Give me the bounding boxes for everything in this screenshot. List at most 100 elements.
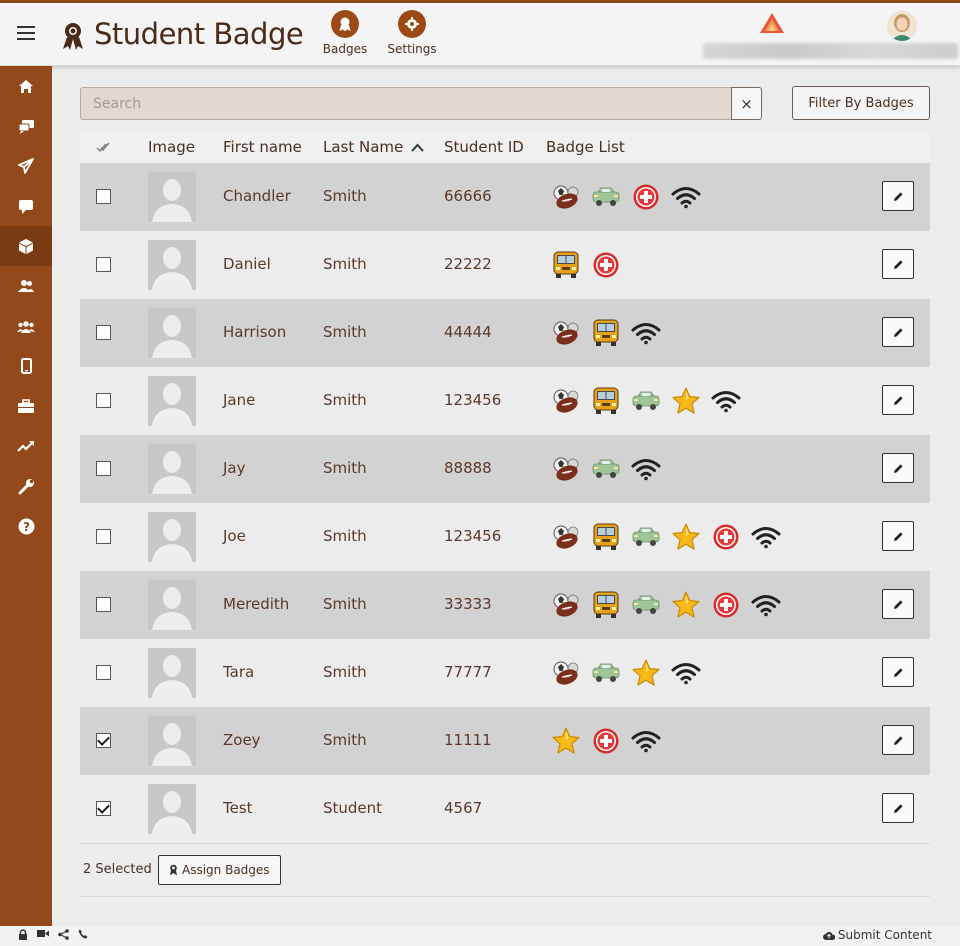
pencil-icon: [893, 599, 903, 609]
column-header-last-name[interactable]: Last Name: [323, 138, 424, 156]
sidebar-item-mobile[interactable]: [0, 346, 52, 386]
row-checkbox[interactable]: [96, 257, 111, 272]
pencil-icon: [893, 803, 903, 813]
badge-list: [550, 657, 702, 689]
row-checkbox[interactable]: [96, 597, 111, 612]
badge-car-icon: [590, 453, 622, 485]
lock-icon[interactable]: [18, 929, 28, 940]
sidebar-item-chat[interactable]: [0, 106, 52, 146]
sidebar-item-analytics[interactable]: [0, 426, 52, 466]
selected-count: 2 Selected: [83, 862, 152, 877]
row-checkbox[interactable]: [96, 189, 111, 204]
sidebar-item-badges[interactable]: [0, 226, 52, 266]
row-checkbox[interactable]: [96, 733, 111, 748]
badge-wifi-icon: [710, 385, 742, 417]
table-row: Meredith Smith 33333: [80, 571, 930, 639]
first-name-cell: Zoey: [223, 731, 261, 749]
student-photo-placeholder: [148, 784, 196, 834]
first-name-cell: Chandler: [223, 187, 291, 205]
first-name-cell: Tara: [223, 663, 255, 681]
sidebar-item-send[interactable]: [0, 146, 52, 186]
user-name-redacted: [703, 43, 958, 59]
video-icon[interactable]: [37, 929, 49, 938]
badge-list: [550, 317, 662, 349]
student-photo-placeholder: [148, 648, 196, 698]
student-photo-placeholder: [148, 444, 196, 494]
student-id-cell: 44444: [444, 323, 492, 341]
row-checkbox[interactable]: [96, 393, 111, 408]
table-row: Daniel Smith 22222: [80, 231, 930, 299]
badge-star-icon: [550, 725, 582, 757]
last-name-cell: Smith: [323, 595, 367, 613]
first-name-cell: Harrison: [223, 323, 287, 341]
phone-icon[interactable]: [78, 929, 88, 939]
badge-list: [550, 385, 742, 417]
column-header-first-name[interactable]: First name: [223, 138, 302, 156]
share-icon[interactable]: [58, 929, 69, 940]
edit-button[interactable]: [882, 317, 914, 347]
table-row: Test Student 4567: [80, 775, 930, 843]
status-bar: Submit Content: [0, 926, 960, 946]
pencil-icon: [893, 327, 903, 337]
student-id-cell: 66666: [444, 187, 492, 205]
menu-icon[interactable]: [17, 26, 35, 40]
edit-button[interactable]: [882, 181, 914, 211]
submit-content-link[interactable]: Submit Content: [822, 928, 932, 942]
badge-list: [550, 453, 662, 485]
sidebar-item-groups[interactable]: [0, 306, 52, 346]
user-avatar[interactable]: [887, 11, 917, 41]
edit-button[interactable]: [882, 521, 914, 551]
row-checkbox[interactable]: [96, 665, 111, 680]
badge-car-icon: [590, 657, 622, 689]
sidebar-item-users[interactable]: [0, 266, 52, 306]
filter-by-badges-button[interactable]: Filter By Badges: [792, 86, 930, 120]
sidebar-item-tools[interactable]: [0, 386, 52, 426]
row-checkbox[interactable]: [96, 529, 111, 544]
student-photo-placeholder: [148, 716, 196, 766]
edit-button[interactable]: [882, 453, 914, 483]
search-input[interactable]: [80, 87, 732, 120]
edit-button[interactable]: [882, 657, 914, 687]
search-box: [80, 87, 732, 120]
row-checkbox[interactable]: [96, 325, 111, 340]
badge-list: [550, 181, 702, 213]
sidebar-item-messages[interactable]: [0, 186, 52, 226]
badge-star-icon: [630, 657, 662, 689]
sidebar-item-help[interactable]: ?: [0, 506, 52, 546]
badge-bus-icon: [550, 249, 582, 281]
app-header: Student Badge Badges Settings: [0, 3, 960, 66]
badge-car-icon: [630, 521, 662, 553]
nav-settings[interactable]: Settings: [382, 10, 442, 56]
badge-star-icon: [670, 521, 702, 553]
column-header-student-id[interactable]: Student ID: [444, 138, 524, 156]
gear-icon: [405, 17, 419, 31]
badge-star-icon: [670, 385, 702, 417]
svg-text:?: ?: [23, 520, 30, 534]
select-all-checkbox[interactable]: [96, 139, 110, 157]
table-row: Joe Smith 123456: [80, 503, 930, 571]
badge-bus-icon: [590, 521, 622, 553]
edit-button[interactable]: [882, 793, 914, 823]
edit-button[interactable]: [882, 249, 914, 279]
sidebar-item-settings[interactable]: [0, 466, 52, 506]
assign-badges-button[interactable]: Assign Badges: [158, 855, 281, 885]
student-photo-placeholder: [148, 512, 196, 562]
student-id-cell: 123456: [444, 527, 502, 545]
badge-bus-icon: [590, 385, 622, 417]
badge-list: [550, 521, 782, 553]
row-checkbox[interactable]: [96, 461, 111, 476]
badge-car-icon: [590, 181, 622, 213]
edit-button[interactable]: [882, 385, 914, 415]
nav-badges[interactable]: Badges: [315, 10, 375, 56]
student-photo-placeholder: [148, 240, 196, 290]
edit-button[interactable]: [882, 725, 914, 755]
row-checkbox[interactable]: [96, 801, 111, 816]
assign-badges-label: Assign Badges: [182, 863, 270, 877]
student-id-cell: 11111: [444, 731, 492, 749]
edit-button[interactable]: [882, 589, 914, 619]
sidebar-item-home[interactable]: [0, 66, 52, 106]
briefcase-icon: [18, 398, 34, 413]
pencil-icon: [893, 463, 903, 473]
badge-wifi-icon: [670, 657, 702, 689]
clear-search-button[interactable]: ×: [731, 87, 762, 120]
